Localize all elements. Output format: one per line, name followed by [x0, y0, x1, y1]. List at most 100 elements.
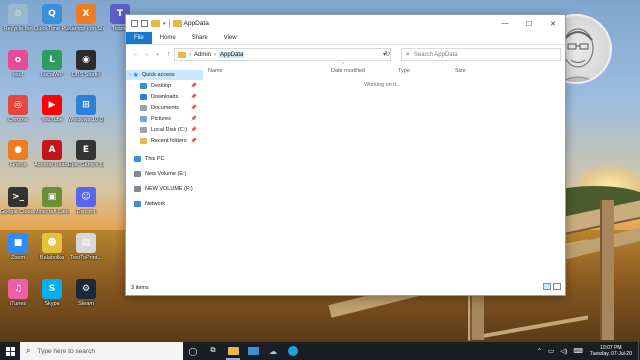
desktop-icon-label: Balabolka: [39, 255, 65, 261]
start-button[interactable]: [0, 342, 20, 360]
app-icon: Q: [42, 4, 62, 24]
forward-arrow-icon[interactable]: →: [141, 51, 152, 58]
close-button[interactable]: ✕: [541, 15, 565, 32]
desktop-icon-item[interactable]: Q QuickTime Player: [34, 4, 70, 32]
tab-view[interactable]: View: [216, 32, 245, 44]
app-icon: ☻: [42, 233, 62, 253]
task-view-button[interactable]: ◯: [183, 342, 203, 360]
desktop-icon-item[interactable]: X Xampp con Shortcut: [68, 4, 104, 32]
nav-item-label: Downloads: [151, 94, 179, 100]
desktop-icon-label: Firefox: [9, 162, 27, 168]
desktop-icon-item[interactable]: ▶ YouTube: [34, 95, 70, 123]
desktop-icon-item[interactable]: ♫ iTunes: [0, 279, 36, 307]
column-header-name[interactable]: Name: [208, 66, 223, 76]
file-list-pane: ⌃ Name Date modified Type Size Working o…: [203, 62, 565, 287]
minimize-button[interactable]: —: [493, 15, 517, 32]
desktop-icon-item[interactable]: A Acrobat Reader DC: [34, 140, 70, 168]
keyboard-icon[interactable]: ⌨: [573, 347, 582, 355]
taskbar-file-explorer[interactable]: [223, 342, 243, 360]
desktop-icon-label: Epic Games Launcher: [68, 162, 104, 168]
details-view-icon[interactable]: [543, 283, 551, 290]
nav-item-label: Quick access: [141, 72, 175, 78]
breadcrumb-appdata[interactable]: AppData: [219, 51, 245, 58]
nav-item-local-disk[interactable]: Local Disk (C:) 📌: [126, 125, 203, 135]
taskbar-edge[interactable]: [283, 342, 303, 360]
desktop-icon-item[interactable]: S Skype: [34, 279, 70, 307]
expand-chevron-icon[interactable]: ›: [129, 72, 131, 78]
network-icon[interactable]: ▭: [548, 347, 554, 355]
maximize-button[interactable]: ☐: [517, 15, 541, 32]
desktop-icon-label: Acrobat Reader DC: [34, 162, 70, 168]
desktop-icon-label: Recycle Bin: [3, 26, 33, 32]
nav-item-new-volume-e[interactable]: New Volume (E:): [126, 169, 203, 179]
desktop-icon-item[interactable]: ▣ Minecraft Launcher: [34, 187, 70, 215]
new-folder-icon[interactable]: [151, 20, 160, 27]
show-hidden-icons-icon[interactable]: ⌃: [537, 347, 542, 355]
app-icon: ◉: [76, 50, 96, 70]
desktop-icon-item[interactable]: ☻ Balabolka: [34, 233, 70, 261]
column-header-type[interactable]: Type: [398, 66, 410, 76]
app-icon: A: [42, 140, 62, 160]
desktop-icon-item[interactable]: ■ Zoom: [0, 233, 36, 261]
desktop-icon-item[interactable]: ◎ Chrome: [0, 95, 36, 123]
tab-file[interactable]: File: [126, 32, 152, 44]
nav-item-desktop[interactable]: Desktop 📌: [126, 81, 203, 91]
breadcrumb-chevron-icon[interactable]: ›: [214, 52, 216, 58]
nav-item-documents[interactable]: Documents 📌: [126, 103, 203, 113]
desktop-icon-item[interactable]: o osu!: [0, 50, 36, 78]
address-bar[interactable]: › Admin › AppData ▾: [174, 48, 391, 61]
nav-item-network[interactable]: Network: [126, 199, 203, 209]
folder-icon: [172, 20, 182, 27]
desktop-icon-item[interactable]: ◉ OBS Studio: [68, 50, 104, 78]
nav-item-recent-folders[interactable]: Recent folders 📌: [126, 136, 203, 146]
taskbar-mail[interactable]: [243, 342, 263, 360]
nav-item-downloads[interactable]: Downloads 📌: [126, 92, 203, 102]
nav-item-new-volume-f[interactable]: NEW VOLUME (F:): [126, 184, 203, 194]
search-box[interactable]: ⌕ Search AppData: [401, 48, 561, 61]
task-view-icon: ◯: [188, 346, 198, 356]
app-icon: ◎: [8, 95, 28, 115]
refresh-icon[interactable]: ↻: [381, 48, 394, 61]
desktop-icon-item[interactable]: ☺ Discord: [68, 187, 104, 215]
recent-locations-icon[interactable]: ▾: [152, 52, 163, 58]
nav-item-quick-access[interactable]: › ★ Quick access: [126, 70, 203, 80]
desktop-icon-item[interactable]: ▤ TextToPrint...: [68, 233, 104, 261]
checkbox-icon[interactable]: [141, 20, 148, 27]
cortana-button[interactable]: ⧉: [203, 342, 223, 360]
search-icon: ⌕: [406, 50, 410, 58]
desktop-icon-label: QuickTime Player: [34, 26, 70, 32]
desktop-icon-item[interactable]: ⊞ Windows 10 Update Ass...: [68, 95, 104, 123]
clock[interactable]: 10:07 PM Tuesday, 07-Jul-20: [590, 345, 632, 357]
nav-item-this-pc[interactable]: This PC: [126, 154, 203, 164]
up-arrow-icon[interactable]: ↑: [163, 51, 174, 58]
breadcrumb-admin[interactable]: Admin: [194, 52, 211, 58]
breadcrumb-chevron-icon[interactable]: ›: [189, 52, 191, 58]
wallpaper-fence-post: [600, 200, 614, 340]
nav-item-label: Documents: [151, 105, 179, 111]
properties-icon[interactable]: [131, 20, 138, 27]
desktop-icon-label: OBS Studio: [71, 72, 101, 78]
column-header-size[interactable]: Size: [455, 66, 466, 76]
desktop-icon-item[interactable]: ⚙ Steam: [68, 279, 104, 307]
tab-share[interactable]: Share: [184, 32, 216, 44]
taskbar: ⌕ Type here to search ◯ ⧉ ☁ ⌃ ▭ ◁) ⌨ 10:…: [0, 342, 640, 360]
drive-icon: [134, 186, 141, 192]
desktop-icon-item[interactable]: ● Firefox: [0, 140, 36, 168]
column-header-date-modified[interactable]: Date modified: [331, 66, 365, 76]
taskbar-search-box[interactable]: ⌕ Type here to search: [20, 342, 183, 360]
desktop-icon-item[interactable]: >_ Google Cloud S...: [0, 187, 36, 215]
desktop-icon-item[interactable]: L LocalWP: [34, 50, 70, 78]
desktop-icon-label: Minecraft Launcher: [34, 209, 70, 215]
taskbar-weather[interactable]: ☁: [263, 342, 283, 360]
app-icon: ●: [8, 140, 28, 160]
nav-item-pictures[interactable]: Pictures 📌: [126, 114, 203, 124]
tab-home[interactable]: Home: [152, 32, 184, 44]
drive-icon: [134, 171, 141, 177]
title-bar[interactable]: ▾ AppData — ☐ ✕: [126, 15, 565, 32]
desktop-icon-item[interactable]: ♲ Recycle Bin: [0, 4, 36, 32]
desktop-icon-item[interactable]: E Epic Games Launcher: [68, 140, 104, 168]
customize-quick-access-icon[interactable]: ▾: [163, 21, 166, 27]
large-icons-view-icon[interactable]: [553, 283, 561, 290]
back-arrow-icon[interactable]: ←: [130, 51, 141, 58]
volume-icon[interactable]: ◁): [560, 347, 567, 355]
